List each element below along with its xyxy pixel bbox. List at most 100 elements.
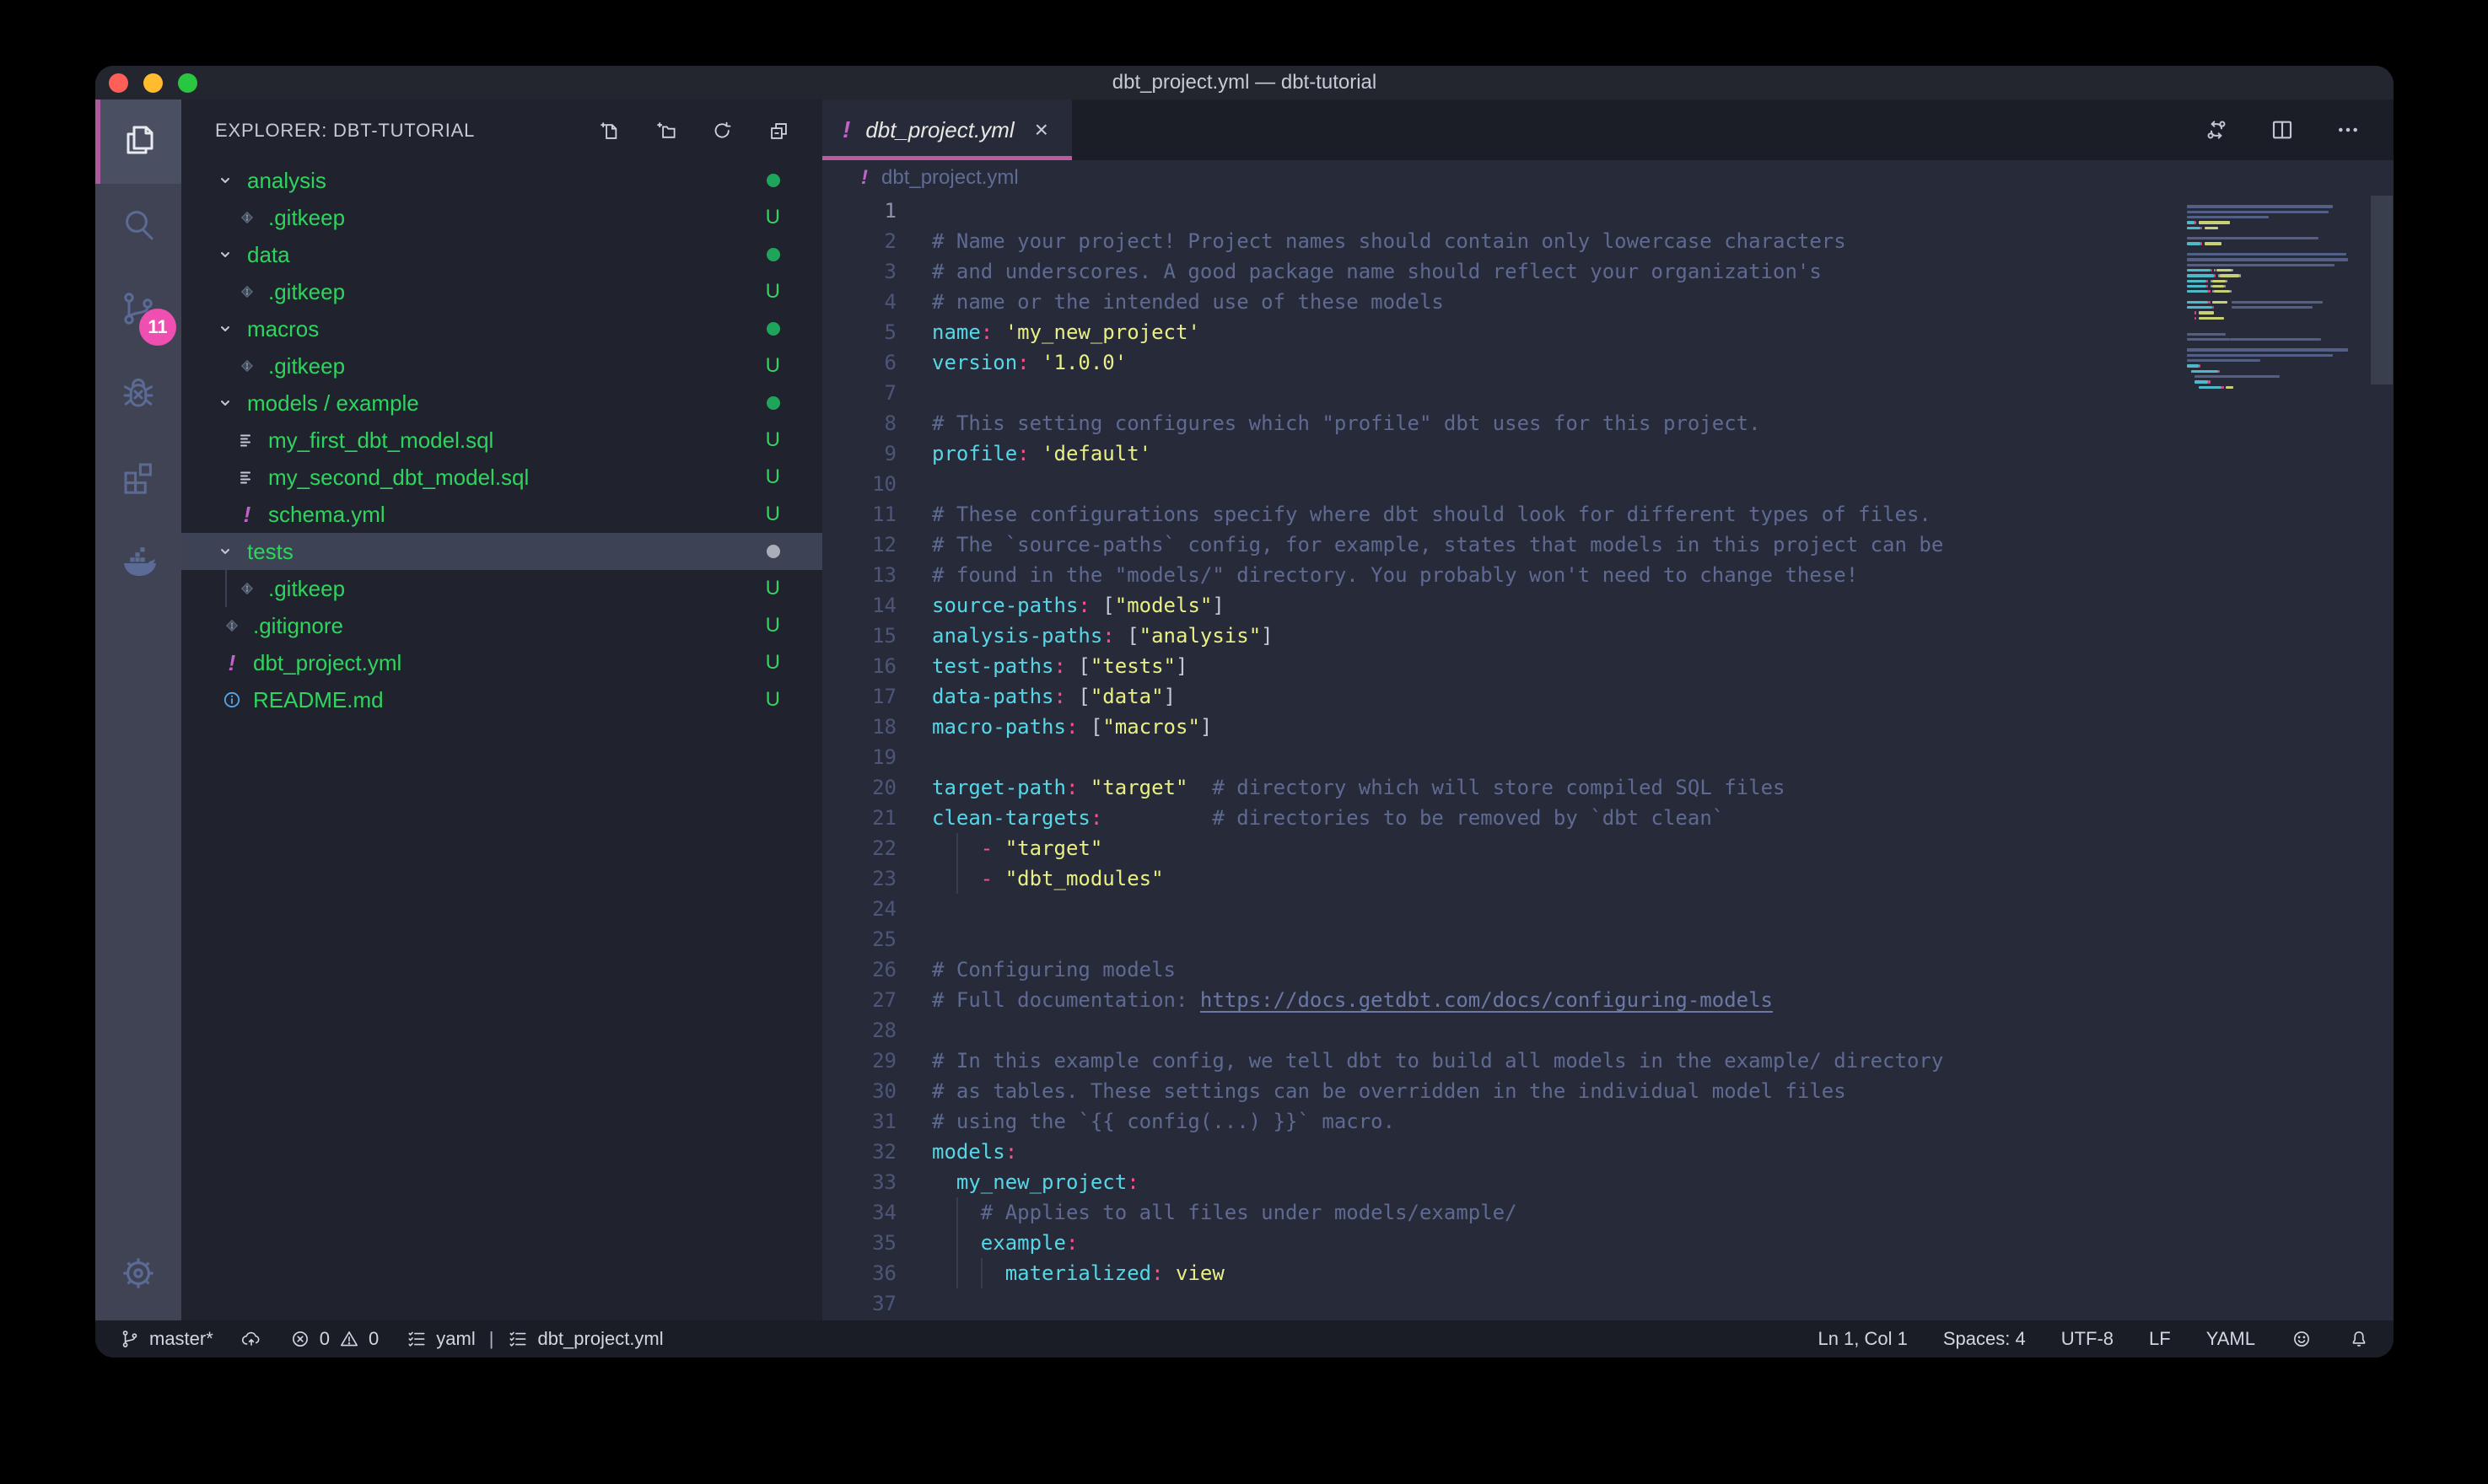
code-line-21[interactable]: 21clean-targets: # directories to be rem… [822, 803, 2394, 833]
tree-item-readme-md[interactable]: README.mdU [181, 681, 822, 718]
tree-item--gitkeep[interactable]: .gitkeepU [181, 199, 822, 236]
line-number-34[interactable]: 34 [822, 1201, 897, 1224]
code-line-4[interactable]: 4# name or the intended use of these mod… [822, 287, 2394, 317]
line-number-11[interactable]: 11 [822, 503, 897, 526]
code-line-27[interactable]: 27# Full documentation: https://docs.get… [822, 985, 2394, 1015]
code-line-36[interactable]: 36 materialized: view [822, 1258, 2394, 1288]
line-number-30[interactable]: 30 [822, 1079, 897, 1103]
code-line-10[interactable]: 10 [822, 469, 2394, 499]
code-line-8[interactable]: 8# This setting configures which "profil… [822, 408, 2394, 438]
code-line-29[interactable]: 29# In this example config, we tell dbt … [822, 1046, 2394, 1076]
code-line-1[interactable]: 1 [822, 196, 2394, 226]
line-number-25[interactable]: 25 [822, 928, 897, 951]
language-mode[interactable]: YAML [2206, 1328, 2255, 1350]
code-line-16[interactable]: 16test-paths: ["tests"] [822, 651, 2394, 681]
code-line-25[interactable]: 25 [822, 924, 2394, 954]
line-number-36[interactable]: 36 [822, 1261, 897, 1285]
notifications-bell-icon[interactable] [2348, 1328, 2370, 1350]
yaml-schema-status[interactable]: dbt_project.yml [507, 1328, 663, 1350]
line-number-27[interactable]: 27 [822, 988, 897, 1012]
activity-search[interactable] [95, 184, 181, 268]
line-number-28[interactable]: 28 [822, 1019, 897, 1042]
line-number-14[interactable]: 14 [822, 594, 897, 617]
code-line-31[interactable]: 31# using the `{{ config(...) }}` macro. [822, 1106, 2394, 1137]
activity-docker[interactable] [95, 521, 181, 605]
activity-debug[interactable] [95, 352, 181, 437]
chevron-down-icon[interactable] [215, 170, 235, 191]
tree-item--gitignore[interactable]: .gitignoreU [181, 607, 822, 644]
code-line-12[interactable]: 12# The `source-paths` config, for examp… [822, 530, 2394, 560]
code-line-15[interactable]: 15analysis-paths: ["analysis"] [822, 621, 2394, 651]
close-button[interactable] [109, 73, 128, 93]
tree-item-models-example[interactable]: models / example [181, 384, 822, 422]
line-number-35[interactable]: 35 [822, 1231, 897, 1255]
zoom-button[interactable] [178, 73, 197, 93]
tree-item-schema-yml[interactable]: !schema.ymlU [181, 496, 822, 533]
line-number-9[interactable]: 9 [822, 442, 897, 465]
code-line-2[interactable]: 2# Name your project! Project names shou… [822, 226, 2394, 256]
tree-item-my-second-dbt-model-sql[interactable]: my_second_dbt_model.sqlU [181, 459, 822, 496]
new-file-icon[interactable] [598, 120, 621, 142]
activity-source-control[interactable]: 11 [95, 268, 181, 352]
line-number-21[interactable]: 21 [822, 806, 897, 830]
line-number-17[interactable]: 17 [822, 685, 897, 708]
line-number-37[interactable]: 37 [822, 1292, 897, 1315]
indentation-status[interactable]: Spaces: 4 [1943, 1328, 2026, 1350]
code-line-34[interactable]: 34 # Applies to all files under models/e… [822, 1197, 2394, 1228]
code-line-22[interactable]: 22 - "target" [822, 833, 2394, 863]
code-line-24[interactable]: 24 [822, 894, 2394, 924]
split-editor-icon[interactable] [2269, 116, 2296, 143]
tree-item--gitkeep[interactable]: .gitkeepU [181, 347, 822, 384]
code-line-17[interactable]: 17data-paths: ["data"] [822, 681, 2394, 712]
line-number-16[interactable]: 16 [822, 654, 897, 678]
code-line-11[interactable]: 11# These configurations specify where d… [822, 499, 2394, 530]
line-number-2[interactable]: 2 [822, 229, 897, 253]
code-line-6[interactable]: 6version: '1.0.0' [822, 347, 2394, 378]
tree-item-analysis[interactable]: analysis [181, 162, 822, 199]
tree-item-tests[interactable]: tests [181, 533, 822, 570]
line-number-10[interactable]: 10 [822, 472, 897, 496]
activity-extensions[interactable] [95, 437, 181, 521]
scrollbar-thumb[interactable] [2371, 196, 2393, 384]
open-changes-icon[interactable] [2203, 116, 2230, 143]
line-number-31[interactable]: 31 [822, 1110, 897, 1133]
line-number-15[interactable]: 15 [822, 624, 897, 648]
tree-item--gitkeep[interactable]: .gitkeepU [181, 570, 822, 607]
code-line-28[interactable]: 28 [822, 1015, 2394, 1046]
code-line-7[interactable]: 7 [822, 378, 2394, 408]
code-line-32[interactable]: 32models: [822, 1137, 2394, 1167]
line-number-8[interactable]: 8 [822, 411, 897, 435]
code-editor[interactable]: 12# Name your project! Project names sho… [822, 196, 2394, 1320]
activity-explorer[interactable] [95, 99, 181, 184]
breadcrumb-file[interactable]: dbt_project.yml [881, 166, 1019, 190]
chevron-down-icon[interactable] [215, 541, 235, 562]
line-number-19[interactable]: 19 [822, 745, 897, 769]
encoding-status[interactable]: UTF-8 [2061, 1328, 2114, 1350]
code-line-19[interactable]: 19 [822, 742, 2394, 772]
line-number-4[interactable]: 4 [822, 290, 897, 314]
line-number-12[interactable]: 12 [822, 533, 897, 556]
code-line-18[interactable]: 18macro-paths: ["macros"] [822, 712, 2394, 742]
line-number-13[interactable]: 13 [822, 563, 897, 587]
line-number-26[interactable]: 26 [822, 958, 897, 981]
eol-status[interactable]: LF [2149, 1328, 2171, 1350]
chevron-down-icon[interactable] [215, 393, 235, 413]
line-number-32[interactable]: 32 [822, 1140, 897, 1164]
more-actions-icon[interactable] [2335, 116, 2361, 143]
line-number-33[interactable]: 33 [822, 1170, 897, 1194]
code-line-20[interactable]: 20target-path: "target" # directory whic… [822, 772, 2394, 803]
tree-item-my-first-dbt-model-sql[interactable]: my_first_dbt_model.sqlU [181, 422, 822, 459]
publish-changes-button[interactable] [240, 1328, 262, 1350]
code-line-26[interactable]: 26# Configuring models [822, 954, 2394, 985]
code-line-13[interactable]: 13# found in the "models/" directory. Yo… [822, 560, 2394, 590]
yaml-language-status[interactable]: yaml [406, 1328, 475, 1350]
code-line-35[interactable]: 35 example: [822, 1228, 2394, 1258]
line-number-29[interactable]: 29 [822, 1049, 897, 1073]
chevron-down-icon[interactable] [215, 245, 235, 265]
line-number-6[interactable]: 6 [822, 351, 897, 374]
problems-status[interactable]: 0 0 [289, 1328, 380, 1350]
breadcrumb[interactable]: ! dbt_project.yml [822, 160, 2394, 196]
refresh-icon[interactable] [711, 120, 734, 142]
line-number-5[interactable]: 5 [822, 320, 897, 344]
code-line-14[interactable]: 14source-paths: ["models"] [822, 590, 2394, 621]
